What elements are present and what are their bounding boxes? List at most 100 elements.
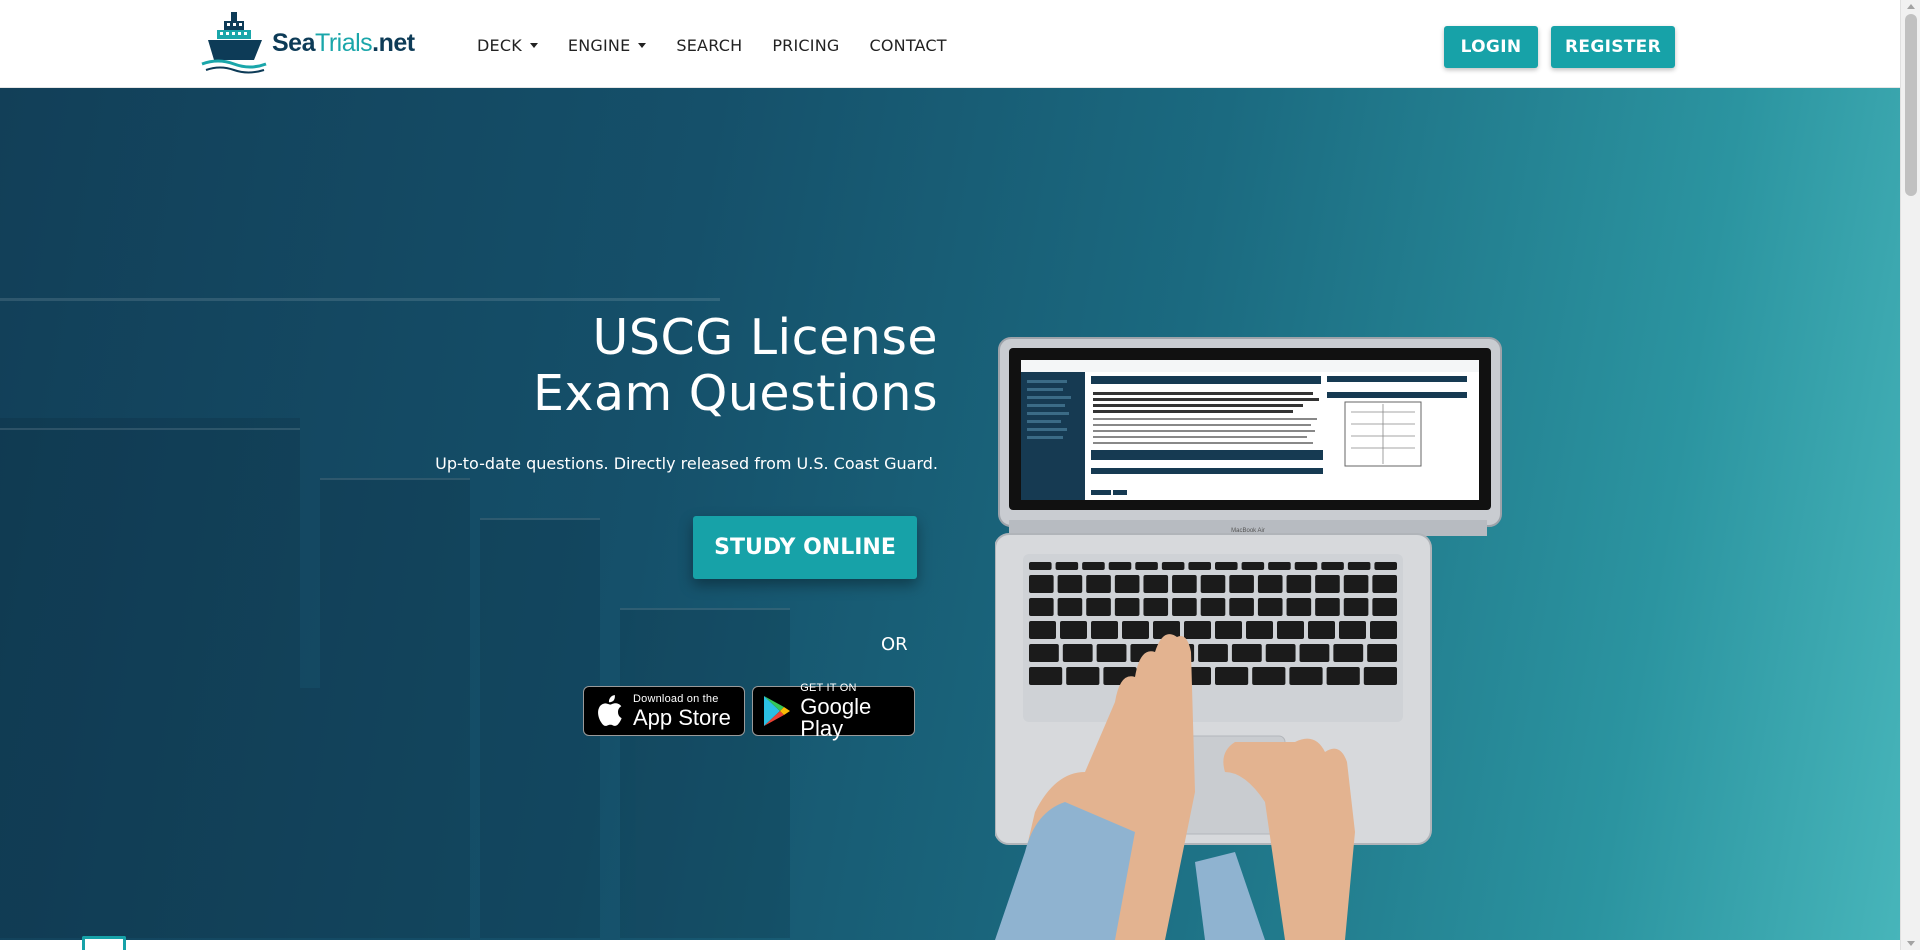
login-button[interactable]: LOGIN [1444,26,1538,68]
keyboard-key [1363,667,1397,685]
apple-icon [598,695,622,726]
site-logo[interactable]: SeaTrials.net [200,10,415,76]
google-play-big-text: Google Play [800,693,872,741]
keyboard-key [1268,562,1291,570]
keyboard-key [1172,575,1197,593]
keyboard-key [1315,598,1340,616]
keyboard-key [1060,621,1087,639]
keyboard-key [1231,644,1262,662]
keyboard-key [1029,562,1052,570]
register-button[interactable]: REGISTER [1551,26,1675,68]
keyboard-key [1321,562,1344,570]
keyboard-key [1029,644,1059,662]
study-online-button[interactable]: STUDY ONLINE [693,516,917,579]
app-store-big-text: App Store [633,704,731,730]
keyboard-key [1062,644,1093,662]
keyboard-key [1055,562,1079,570]
keyboard-key [1108,562,1132,570]
keyboard-key [1029,621,1056,639]
or-separator: OR [881,634,908,655]
keyboard-key [1241,562,1265,570]
logo-text: SeaTrials.net [272,28,415,57]
keyboard-key [1374,562,1397,570]
keyboard-key [1215,621,1242,639]
keyboard-key [1029,598,1054,616]
keyboard-key [1289,667,1323,685]
keyboard-key [1229,575,1254,593]
keyboard-key [1029,575,1054,593]
keyboard-key [1114,575,1140,593]
keyboard-key [1286,598,1312,616]
chart-icon [82,936,126,950]
hero-section: USCG License Exam Questions Up-to-date q… [0,88,1900,940]
keyboard-key [1372,575,1397,593]
page-scrollbar[interactable] [1900,0,1920,950]
keyboard-key [1122,621,1149,639]
keyboard-key [1143,598,1169,616]
keyboard-key [1135,562,1158,570]
nav-contact[interactable]: CONTACT [854,28,961,63]
keyboard-key [1257,575,1283,593]
keyboard-key [1086,575,1111,593]
keyboard-key [1326,667,1360,685]
caret-down-icon [529,43,538,48]
keyboard-key [1343,575,1369,593]
app-store-badge[interactable]: Download on the App Store [583,686,745,736]
google-play-badge[interactable]: GET IT ON Google Play [752,681,915,739]
keyboard-key [1343,598,1369,616]
scroll-up-icon[interactable] [1907,4,1915,9]
keyboard-key [1086,598,1111,616]
keyboard-key [1215,562,1238,570]
keyboard-key [1143,575,1169,593]
bottom-strip [0,940,1900,950]
site-header: SeaTrials.net DECK ENGINE SEARCH PRICING… [0,0,1900,88]
keyboard-key [1367,644,1397,662]
keyboard-key [1161,562,1185,570]
caret-down-icon [638,43,647,48]
keyboard-key [1308,621,1335,639]
keyboard-key [1096,644,1127,662]
keyboard-key [1286,575,1312,593]
keyboard-key [1294,562,1318,570]
keyboard-key [1347,562,1371,570]
keyboard-key [1114,598,1140,616]
keyboard-key [1066,667,1100,685]
keyboard-key [1370,621,1397,639]
hero-background-containers [0,298,790,938]
nav-engine[interactable]: ENGINE [553,28,661,63]
keyboard-key [1257,598,1283,616]
keyboard-key [1246,621,1273,639]
laptop-illustration: MacBook Air [995,337,1502,940]
keyboard-key [1172,598,1197,616]
scroll-down-icon[interactable] [1907,941,1915,946]
main-nav: DECK ENGINE SEARCH PRICING CONTACT [477,28,962,63]
google-play-icon [764,696,791,726]
scroll-thumb[interactable] [1905,14,1917,196]
nav-pricing[interactable]: PRICING [757,28,854,63]
google-play-small-text: GET IT ON [800,681,857,694]
app-store-small-text: Download on the [633,692,719,705]
keyboard-key [1198,644,1228,662]
hero-subtitle: Up-to-date questions. Directly released … [435,454,938,473]
nav-search[interactable]: SEARCH [661,28,757,63]
keyboard-key [1082,562,1105,570]
hero-title: USCG License Exam Questions [533,309,938,422]
keyboard-key [1333,644,1364,662]
keyboard-key [1315,575,1340,593]
keyboard-key [1200,598,1226,616]
keyboard-key [1200,575,1226,593]
keyboard-key [1184,621,1211,639]
keyboard-key [1188,562,1211,570]
keyboard-key [1252,667,1286,685]
keyboard-key [1372,598,1397,616]
ship-logo-icon [201,12,267,74]
nav-deck[interactable]: DECK [477,28,553,63]
keyboard-key [1277,621,1304,639]
keyboard-key [1057,598,1083,616]
keyboard-key [1057,575,1083,593]
keyboard-key [1339,621,1366,639]
keyboard-key [1091,621,1118,639]
keyboard-key [1299,644,1330,662]
keyboard-key [1265,644,1296,662]
keyboard-key [1215,667,1249,685]
